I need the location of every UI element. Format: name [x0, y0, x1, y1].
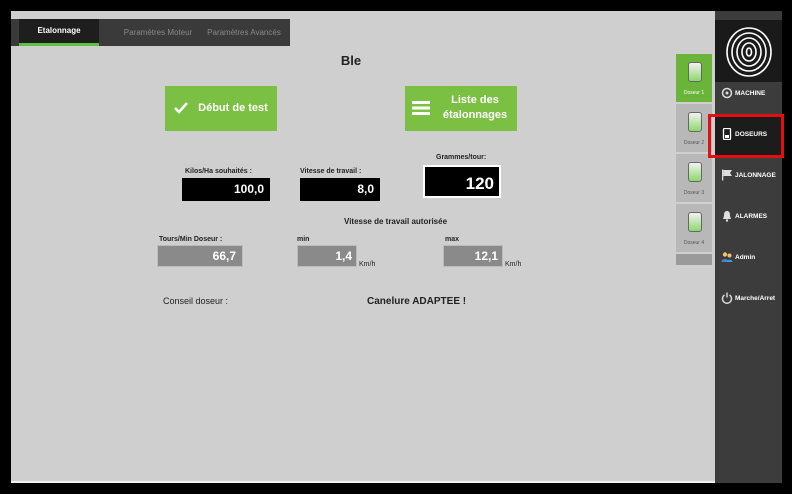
fingerprint-logo-icon — [715, 20, 782, 82]
power-icon — [721, 292, 733, 304]
page-title: Ble — [340, 53, 362, 68]
doseur-1-label: Doseur 1 — [683, 90, 705, 96]
start-test-button[interactable]: Début de test — [165, 86, 277, 131]
doseur-2-label: Doseur 2 — [683, 140, 705, 146]
sidebar-item-machine[interactable]: MACHINE — [715, 74, 782, 114]
doseur-4-tab[interactable]: Doseur 4 — [676, 204, 712, 254]
tours-label: Tours/Min Doseur : — [159, 236, 223, 243]
advice-label: Conseil doseur : — [163, 296, 229, 306]
min-label: min — [297, 236, 310, 243]
sidebar-item-marche-arret[interactable]: Marche/Arret — [715, 279, 782, 319]
sidebar-item-alarmes[interactable]: ALARMES — [715, 197, 782, 237]
speed-label: Vitesse de travail : — [300, 168, 362, 175]
kilos-label: Kilos/Ha souhaités : — [185, 168, 252, 175]
grams-field[interactable]: 120 — [423, 165, 501, 198]
bell-icon — [723, 211, 731, 222]
allowed-speed-label: Vitesse de travail autorisée — [344, 217, 448, 226]
doseur-2-tab[interactable]: Doseur 2 — [676, 104, 712, 154]
hopper-icon — [688, 212, 702, 232]
calibration-list-label-2: étalonnages — [442, 109, 508, 121]
gear-icon — [721, 87, 733, 99]
min-speed-field: 1,4 — [297, 245, 357, 267]
list-icon — [412, 101, 430, 115]
min-unit: Km/h — [359, 261, 376, 268]
tab-parametres-moteur[interactable]: Paramètres Moteur — [115, 19, 201, 46]
doseur-selector: Doseur 1 Doseur 2 Doseur 3 Doseur 4 — [676, 54, 712, 265]
doseur-4-label: Doseur 4 — [683, 240, 705, 246]
sidebar-label-alarmes: ALARMES — [735, 213, 768, 220]
doseur-3-label: Doseur 3 — [683, 190, 705, 196]
flag-icon — [722, 169, 732, 181]
grams-label: Grammes/tour: — [436, 154, 487, 161]
max-unit: Km/h — [505, 261, 522, 268]
hopper-icon — [688, 62, 702, 82]
sidebar-item-jalonnage[interactable]: JALONNAGE — [715, 156, 782, 196]
max-speed-field: 12,1 — [443, 245, 503, 267]
hopper-icon — [688, 162, 702, 182]
tab-parametres-avances[interactable]: Paramètres Avancés — [201, 19, 287, 46]
highlight-box — [708, 114, 784, 158]
hopper-icon — [688, 112, 702, 132]
tab-etalonnage[interactable]: Etalonnage — [19, 19, 99, 46]
tab-bar: Etalonnage Paramètres Moteur Paramètres … — [11, 19, 290, 46]
calibration-list-label-1: Liste des — [451, 94, 499, 106]
tours-field: 66,7 — [157, 245, 243, 267]
doseur-1-tab[interactable]: Doseur 1 — [676, 54, 712, 104]
check-icon — [174, 102, 188, 114]
speed-field[interactable]: 8,0 — [300, 178, 380, 201]
users-icon — [721, 252, 733, 262]
sidebar-label-admin: Admin — [735, 254, 756, 261]
screen: Etalonnage Paramètres Moteur Paramètres … — [11, 11, 784, 483]
advice-value: Canelure ADAPTEE ! — [367, 296, 467, 307]
start-test-label: Début de test — [198, 102, 268, 114]
kilos-field[interactable]: 100,0 — [182, 178, 270, 201]
sidebar-label-jalonnage: JALONNAGE — [735, 172, 776, 179]
bottom-bar — [11, 481, 715, 483]
doseur-3-tab[interactable]: Doseur 3 — [676, 154, 712, 204]
sidebar-label-marche-arret: Marche/Arret — [735, 295, 776, 302]
max-label: max — [445, 236, 460, 243]
sidebar-item-admin[interactable]: Admin — [715, 238, 782, 278]
calibration-list-button[interactable]: Liste des étalonnages — [405, 86, 517, 131]
sidebar-label-machine: MACHINE — [735, 90, 766, 97]
